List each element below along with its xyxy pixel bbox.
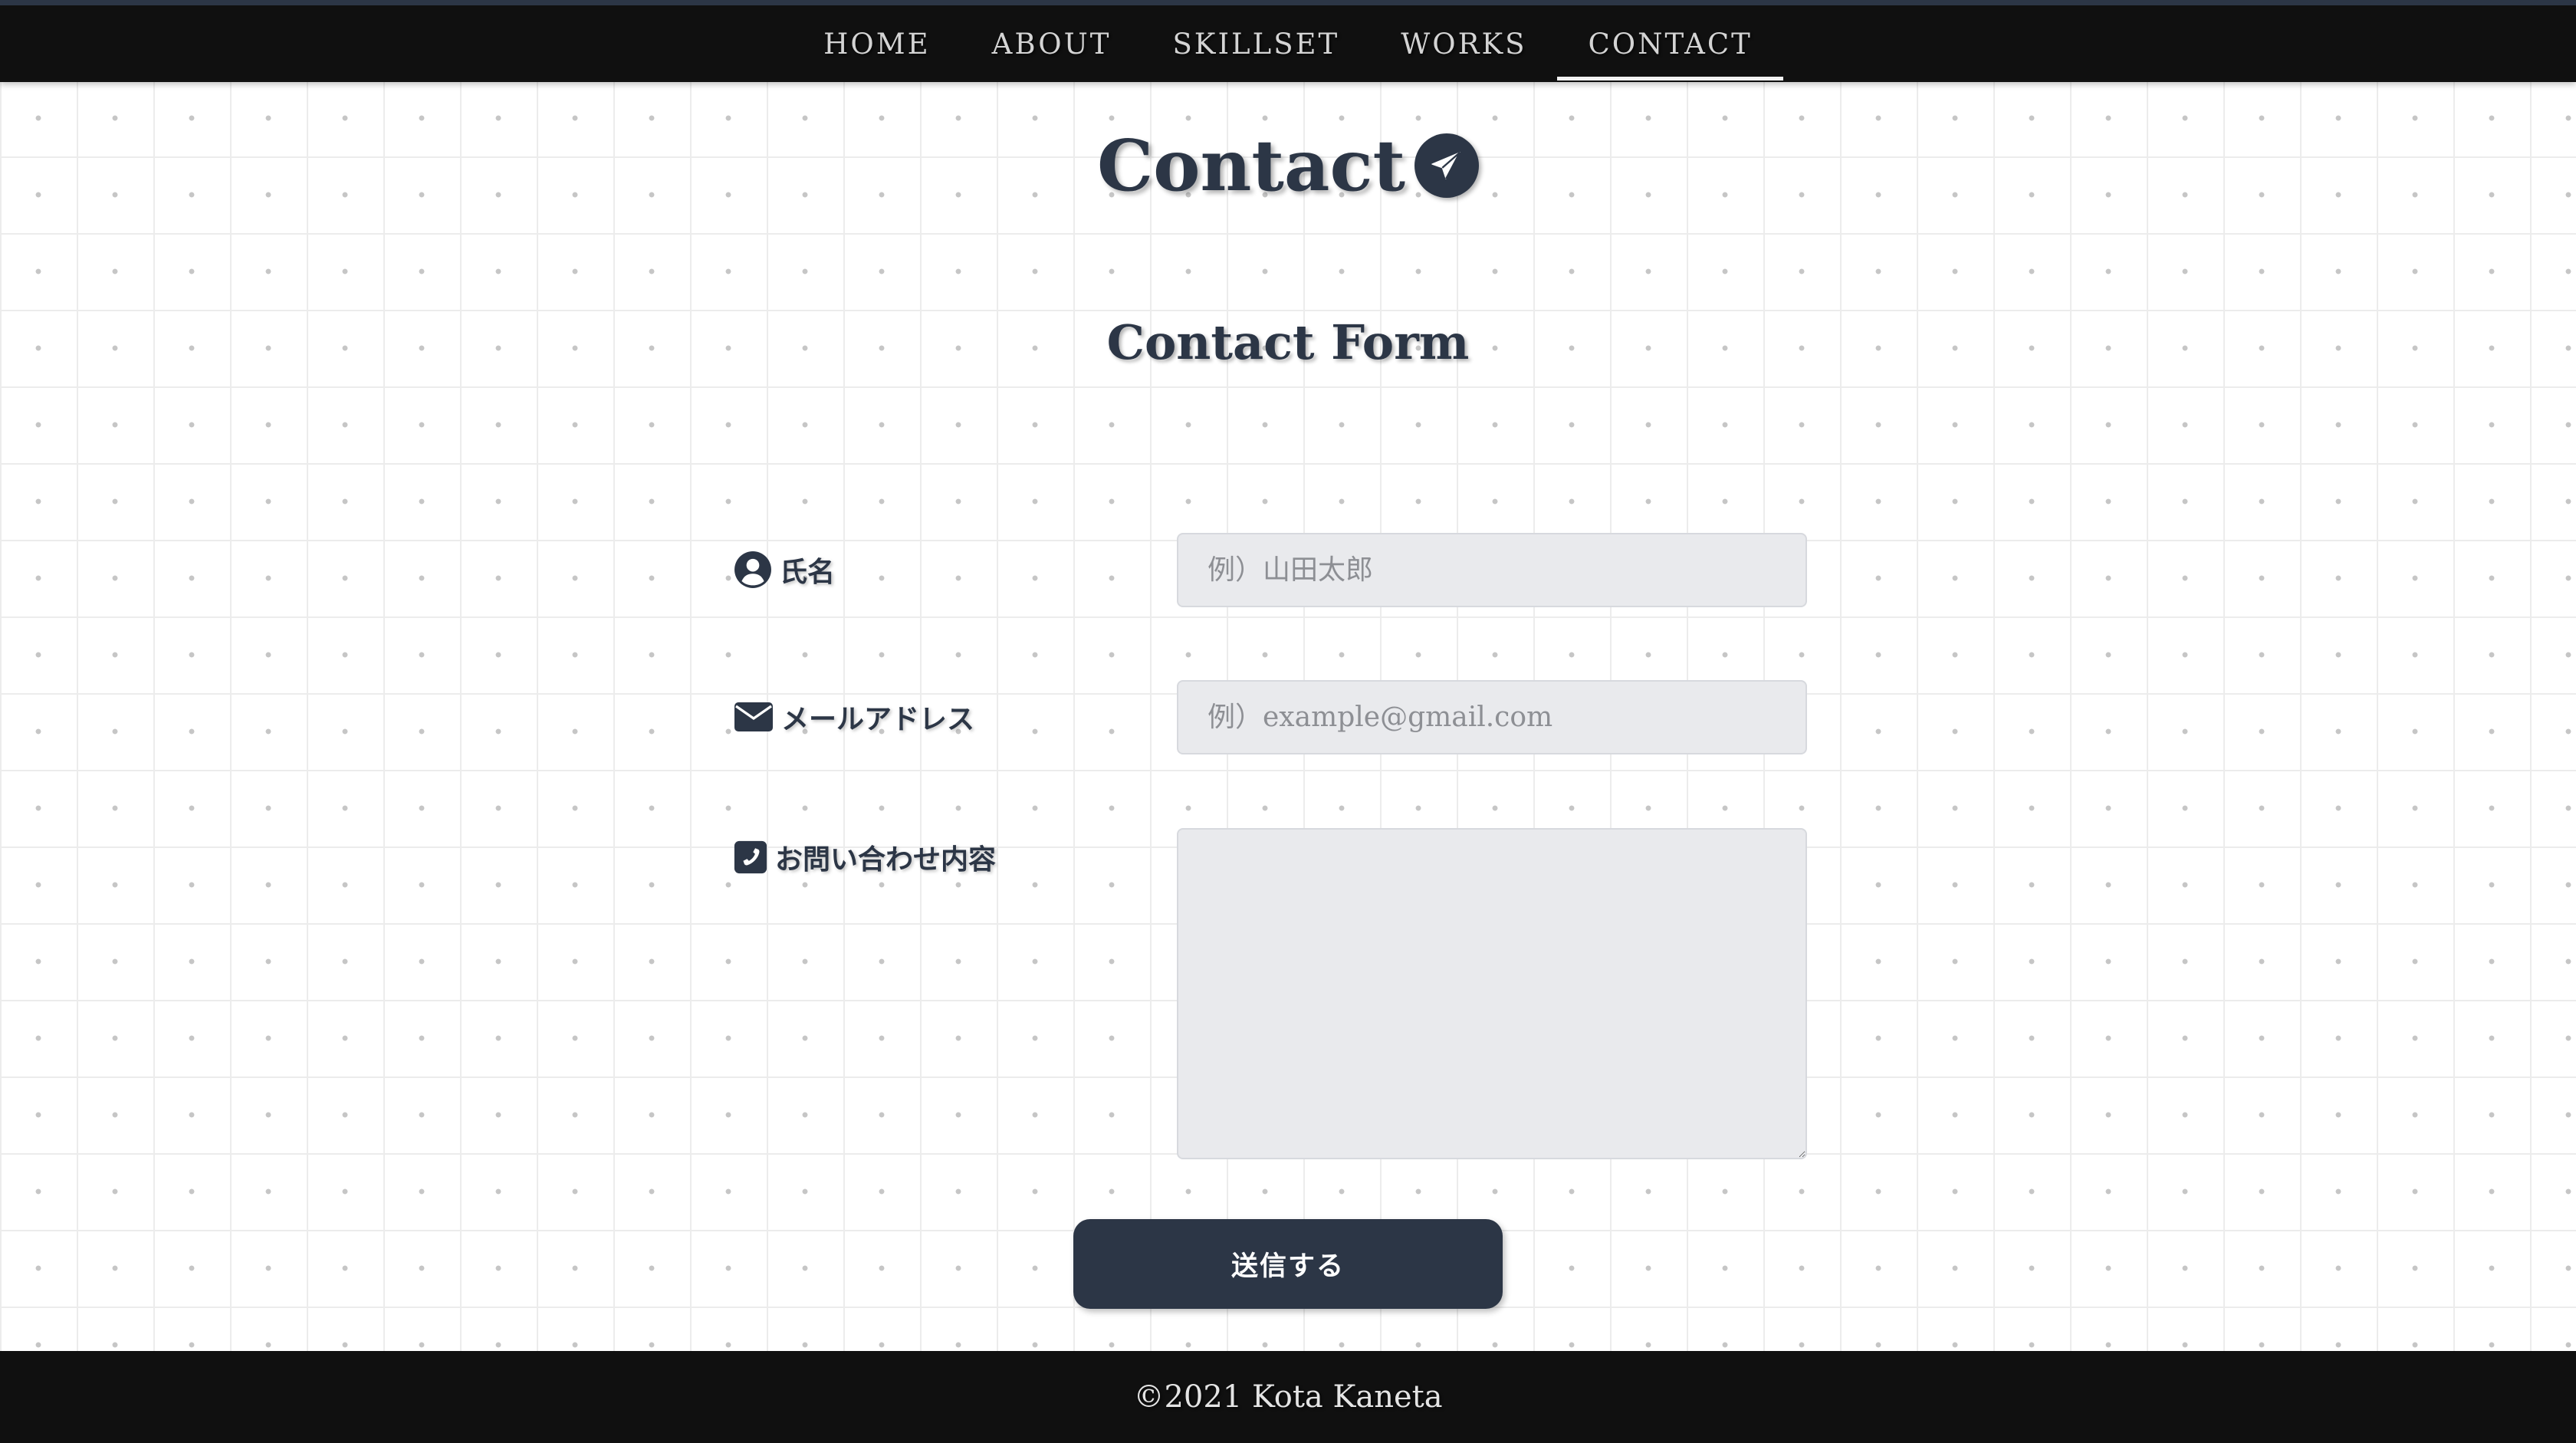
page-title: Contact (0, 130, 2576, 201)
nav-item-about[interactable]: ABOUT (961, 5, 1142, 82)
nav-list: HOME ABOUT SKILLSET WORKS CONTACT (793, 5, 1784, 82)
nav-item-skillset[interactable]: SKILLSET (1142, 5, 1370, 82)
section-title: Contact Form (1106, 314, 1470, 370)
email-label-text: メールアドレス (781, 703, 975, 735)
nav-item-contact[interactable]: CONTACT (1557, 5, 1784, 82)
phone-square-icon (734, 840, 767, 874)
paper-plane-icon (1414, 133, 1480, 198)
top-navigation: HOME ABOUT SKILLSET WORKS CONTACT (0, 0, 2576, 82)
page-title-text: Contact (1096, 124, 1406, 207)
envelope-icon (734, 701, 774, 733)
email-label: メールアドレス (734, 697, 974, 737)
user-circle-icon (734, 551, 772, 589)
message-textarea[interactable] (1177, 828, 1807, 1159)
nav-item-works[interactable]: WORKS (1370, 5, 1557, 82)
name-label-text: 氏名 (780, 556, 836, 588)
name-label: 氏名 (734, 550, 835, 590)
email-input[interactable] (1177, 680, 1807, 754)
form-row-message: お問い合わせ内容 (734, 828, 1807, 1159)
submit-button[interactable]: 送信する (1073, 1219, 1503, 1309)
form-row-email: メールアドレス (734, 680, 1807, 754)
name-input[interactable] (1177, 533, 1807, 607)
form-row-name: 氏名 (734, 533, 1807, 607)
footer-copyright: ©2021 Kota Kaneta (1133, 1379, 1443, 1415)
nav-item-home[interactable]: HOME (793, 5, 961, 82)
message-label-text: お問い合わせ内容 (775, 843, 997, 876)
message-label: お問い合わせ内容 (734, 837, 996, 877)
footer: ©2021 Kota Kaneta (0, 1351, 2576, 1443)
